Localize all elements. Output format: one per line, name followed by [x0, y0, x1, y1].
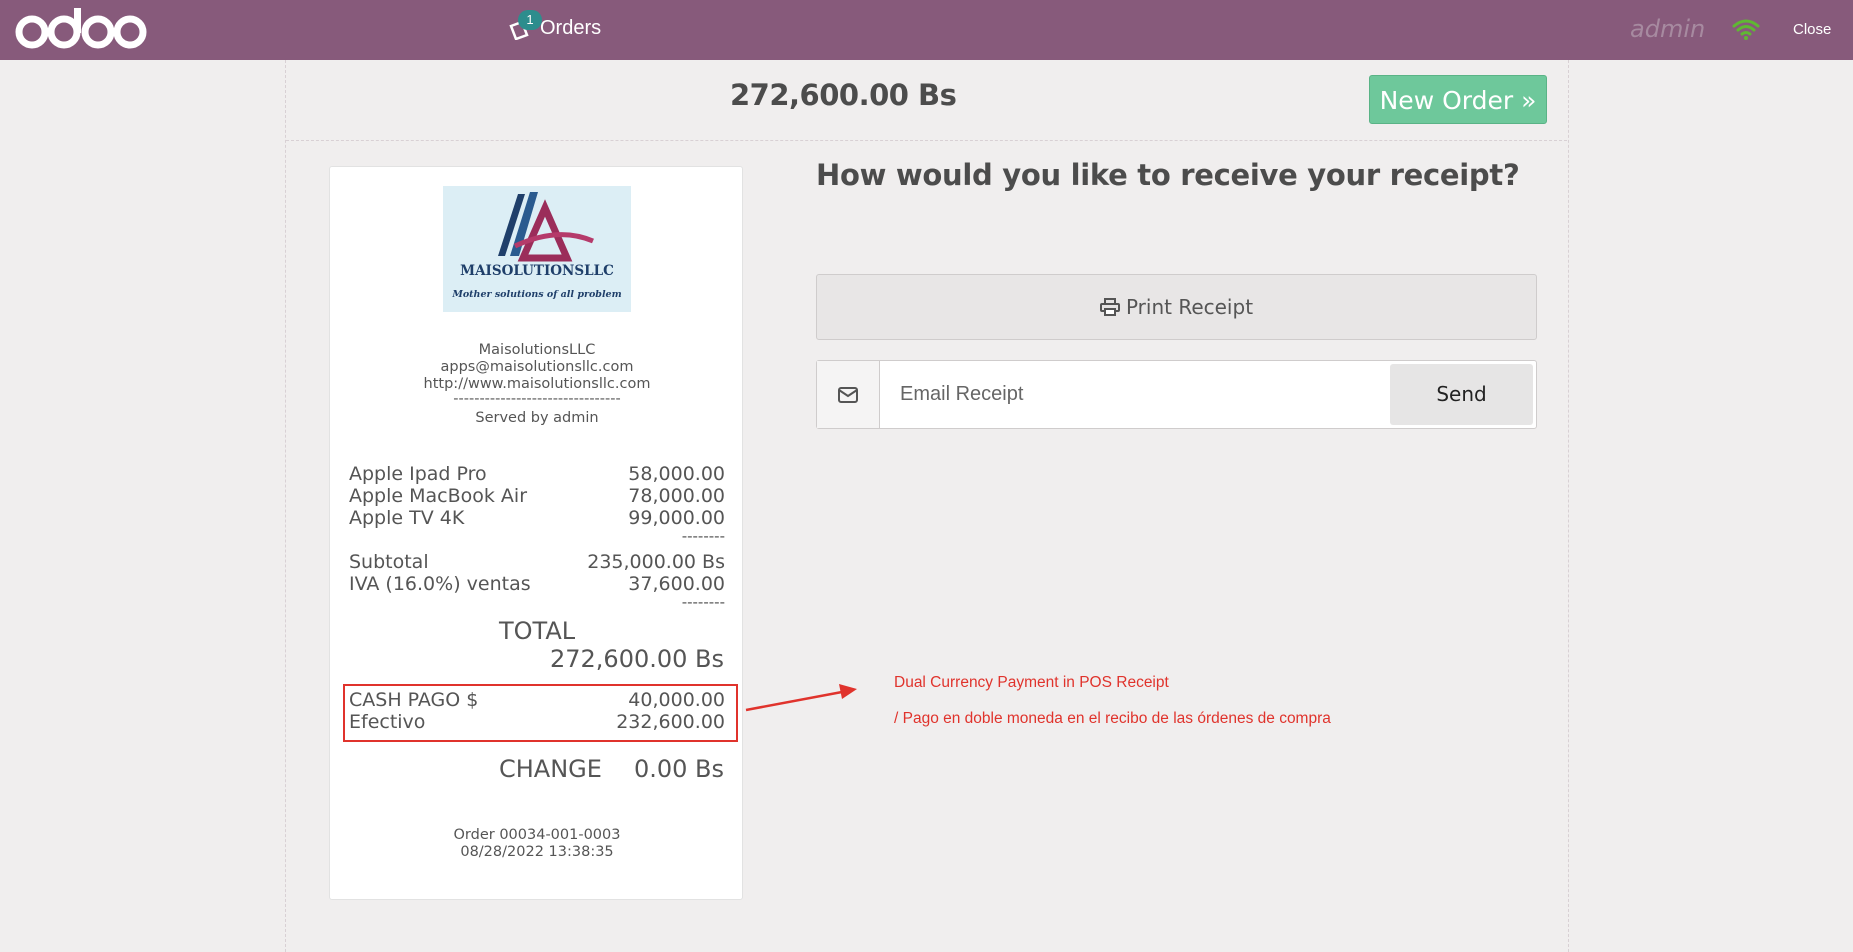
email-receipt-group: Send	[816, 360, 1537, 429]
pos-receipt: MAISOLUTIONSLLC Mother solutions of all …	[329, 166, 743, 900]
line-product: Apple MacBook Air	[349, 485, 528, 507]
receipt-line: Apple MacBook Air 78,000.00	[349, 485, 725, 507]
receipt-question: How would you like to receive your recei…	[816, 158, 1520, 192]
line-product: Apple Ipad Pro	[349, 463, 487, 485]
line-amount: 99,000.00	[628, 507, 725, 529]
annotation-arrow-icon	[745, 684, 857, 712]
ticket-icon: 1	[508, 10, 542, 41]
subtotal-label: Subtotal	[349, 551, 429, 573]
new-order-button[interactable]: New Order »	[1369, 75, 1547, 124]
tax-value: 37,600.00	[628, 573, 725, 595]
receipt-line: Apple Ipad Pro 58,000.00	[349, 463, 725, 485]
print-receipt-button[interactable]: Print Receipt	[816, 274, 1537, 340]
print-receipt-label: Print Receipt	[1125, 295, 1254, 319]
change-label: CHANGE	[499, 755, 602, 783]
orders-button[interactable]: 1 Orders	[508, 10, 602, 41]
logo-company-text: MAISOLUTIONSLLC	[460, 263, 614, 279]
receipt-separator: --------------------------------	[453, 391, 621, 407]
logo-tagline-text: Mother solutions of all problem	[451, 289, 621, 300]
subtotal-line: Subtotal 235,000.00 Bs	[349, 551, 725, 573]
tax-label: IVA (16.0%) ventas	[349, 573, 531, 595]
company-email: apps@maisolutionsllc.com	[440, 359, 634, 375]
annotation-text-en: Dual Currency Payment in POS Receipt	[894, 674, 1169, 691]
send-button[interactable]: Send	[1390, 364, 1533, 425]
orders-count-badge: 1	[518, 10, 542, 30]
top-bar: 1 Orders admin Close	[0, 0, 1853, 60]
orders-label: Orders	[540, 16, 602, 39]
wifi-icon	[1732, 18, 1760, 45]
subtotal-value: 235,000.00 Bs	[587, 551, 725, 573]
order-total-amount: 272,600.00 Bs	[730, 78, 957, 112]
line-amount: 78,000.00	[628, 485, 725, 507]
envelope-icon	[817, 361, 880, 428]
line-product: Apple TV 4K	[349, 507, 465, 529]
company-name: MaisolutionsLLC	[478, 342, 596, 358]
line-amount: 58,000.00	[628, 463, 725, 485]
served-by: Served by admin	[475, 410, 599, 426]
receipt-line: Apple TV 4K 99,000.00	[349, 507, 725, 529]
email-receipt-input[interactable]	[880, 361, 1390, 428]
change-value: 0.00 Bs	[633, 755, 724, 783]
tax-line: IVA (16.0%) ventas 37,600.00	[349, 573, 725, 595]
company-logo: MAISOLUTIONSLLC Mother solutions of all …	[443, 186, 631, 312]
close-button[interactable]: Close	[1793, 21, 1831, 38]
user-name: admin	[1630, 15, 1706, 43]
odoo-logo	[12, 6, 152, 57]
order-reference: Order 00034-001-0003	[453, 827, 621, 843]
order-date: 08/28/2022 13:38:35	[460, 844, 614, 860]
annotation-text-es: / Pago en doble moneda en el recibo de l…	[894, 710, 1331, 727]
company-website: http://www.maisolutionsllc.com	[423, 376, 651, 392]
printer-icon	[1099, 298, 1120, 316]
payments-highlight-box	[343, 684, 738, 742]
total-value: 272,600.00 Bs	[549, 645, 724, 673]
total-label: TOTAL	[499, 617, 576, 645]
